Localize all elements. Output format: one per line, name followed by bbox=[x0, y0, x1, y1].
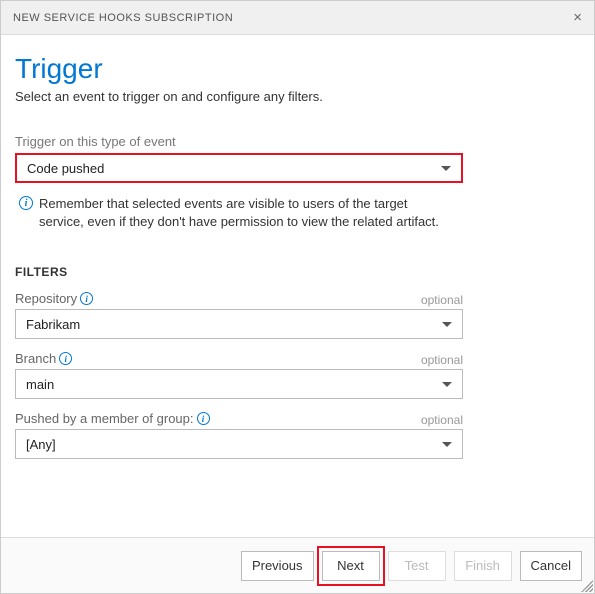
info-note: i Remember that selected events are visi… bbox=[15, 195, 455, 231]
page-title: Trigger bbox=[15, 53, 580, 85]
next-button[interactable]: Next bbox=[322, 551, 380, 581]
info-text: Remember that selected events are visibl… bbox=[39, 195, 451, 231]
chevron-down-icon bbox=[442, 442, 452, 447]
event-type-select[interactable]: Code pushed bbox=[15, 153, 463, 183]
chevron-down-icon bbox=[442, 382, 452, 387]
dialog-title: NEW SERVICE HOOKS SUBSCRIPTION bbox=[13, 12, 233, 24]
repository-label: Repository bbox=[15, 291, 77, 306]
info-icon[interactable]: i bbox=[59, 352, 72, 365]
info-icon[interactable]: i bbox=[80, 292, 93, 305]
event-type-value: Code pushed bbox=[27, 161, 441, 176]
branch-label: Branch bbox=[15, 351, 56, 366]
chevron-down-icon bbox=[441, 166, 451, 171]
repository-select[interactable]: Fabrikam bbox=[15, 309, 463, 339]
group-field: Pushed by a member of group: i optional … bbox=[15, 411, 463, 459]
dialog-content: Trigger Select an event to trigger on an… bbox=[1, 35, 594, 459]
group-select[interactable]: [Any] bbox=[15, 429, 463, 459]
close-icon[interactable]: × bbox=[573, 9, 582, 26]
branch-field: Branch i optional main bbox=[15, 351, 463, 399]
filters-heading: FILTERS bbox=[15, 265, 580, 279]
finish-button: Finish bbox=[454, 551, 512, 581]
chevron-down-icon bbox=[442, 322, 452, 327]
info-icon: i bbox=[19, 196, 33, 210]
event-type-field: Trigger on this type of event Code pushe… bbox=[15, 134, 463, 183]
branch-select[interactable]: main bbox=[15, 369, 463, 399]
repository-value: Fabrikam bbox=[26, 317, 442, 332]
event-type-label: Trigger on this type of event bbox=[15, 134, 463, 149]
optional-tag: optional bbox=[421, 353, 463, 367]
branch-value: main bbox=[26, 377, 442, 392]
previous-button[interactable]: Previous bbox=[241, 551, 314, 581]
cancel-button[interactable]: Cancel bbox=[520, 551, 582, 581]
dialog-footer: Previous Next Test Finish Cancel bbox=[1, 537, 594, 593]
info-icon[interactable]: i bbox=[197, 412, 210, 425]
optional-tag: optional bbox=[421, 293, 463, 307]
group-label: Pushed by a member of group: bbox=[15, 411, 194, 426]
group-value: [Any] bbox=[26, 437, 442, 452]
dialog-header: NEW SERVICE HOOKS SUBSCRIPTION × bbox=[1, 1, 594, 35]
resize-grip-icon[interactable] bbox=[581, 580, 593, 592]
optional-tag: optional bbox=[421, 413, 463, 427]
page-subtitle: Select an event to trigger on and config… bbox=[15, 89, 580, 104]
repository-field: Repository i optional Fabrikam bbox=[15, 291, 463, 339]
test-button: Test bbox=[388, 551, 446, 581]
